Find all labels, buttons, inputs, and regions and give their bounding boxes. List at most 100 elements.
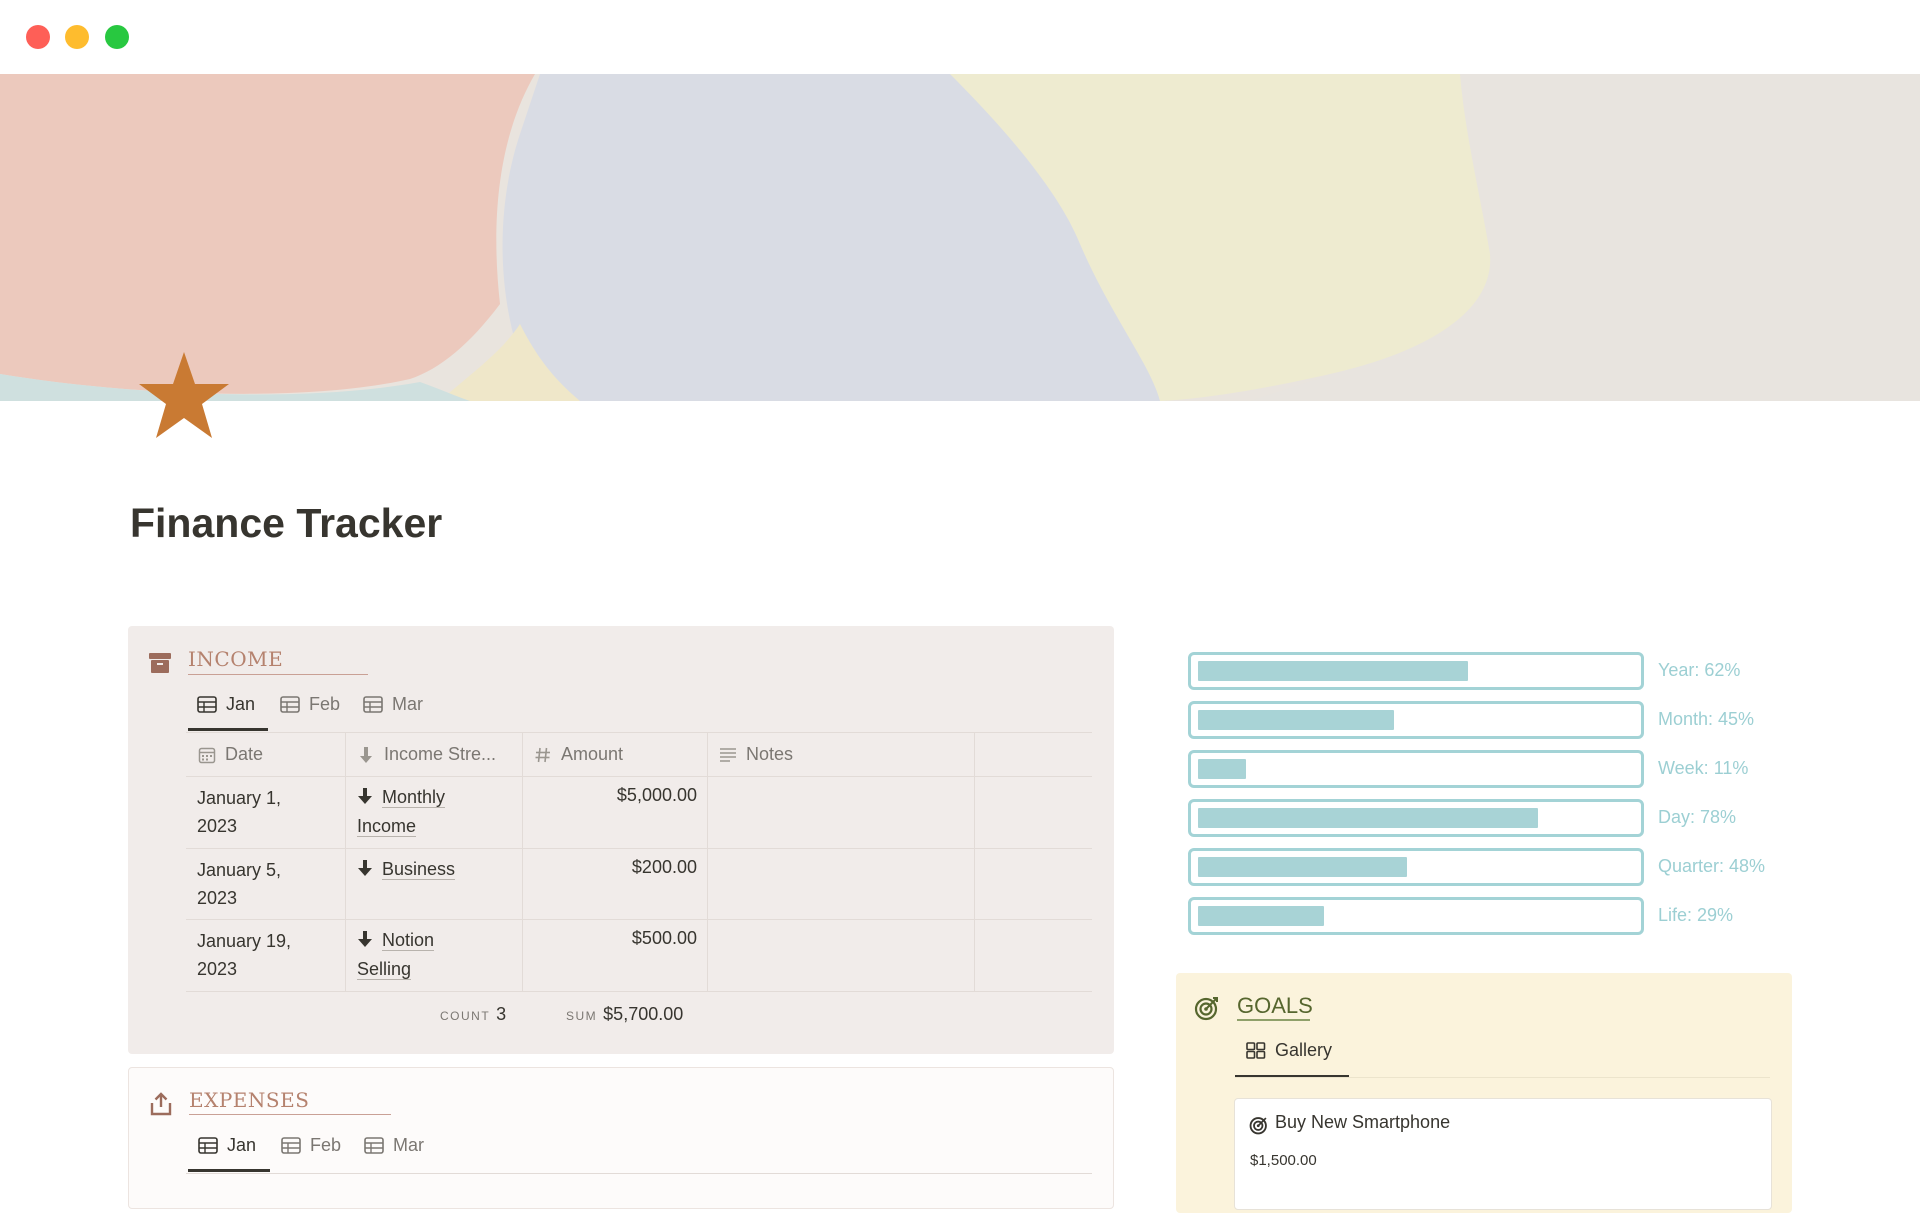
arrow-down-icon [358,860,372,876]
tab-divider [1235,1077,1770,1078]
table-icon [197,696,217,713]
relation-label: Notion [382,930,435,951]
progress-label-month: Month: 45% [1658,709,1755,729]
table-icon [281,1137,301,1154]
table-divider [186,1173,1092,1174]
table-row-date[interactable]: January 19, 2023 [197,927,291,983]
tab-mar[interactable]: Mar [364,1135,424,1156]
date-line: January 19, [197,931,292,951]
income-panel [128,626,1114,1054]
column-header-date[interactable]: Date [198,744,263,765]
table-divider [186,848,1092,849]
progress-label-life: Life: 29% [1658,905,1734,925]
tab-feb[interactable]: Feb [281,1135,341,1156]
sum-value: $5,700.00 [603,1004,684,1024]
progress-fill [1198,661,1468,681]
table-row-date[interactable]: January 5, 2023 [197,856,281,912]
sum-aggregate[interactable]: SUM $5,700.00 [566,1004,683,1025]
column-label: Amount [561,744,624,764]
table-divider [186,776,1092,777]
maximize-window-button[interactable] [105,25,129,49]
date-line: 2023 [197,816,238,836]
goal-card-price: $1,500.00 [1250,1152,1317,1169]
progress-bar-year [1188,652,1644,690]
date-line: 2023 [197,959,238,979]
progress-fill [1198,906,1324,926]
tab-mar[interactable]: Mar [363,694,423,715]
target-icon [1194,995,1220,1021]
column-header-amount[interactable]: Amount [534,744,623,765]
relation-label: Income [357,816,417,837]
window-titlebar [0,0,1920,74]
income-stream-link[interactable]: Monthly Income [357,783,517,841]
goals-title[interactable]: GOALS [1237,993,1313,1019]
column-divider [345,733,346,991]
calendar-icon [198,747,216,763]
column-header-income-stream[interactable]: Income Stre... [357,744,496,765]
arrow-down-icon [358,788,372,804]
progress-label-quarter: Quarter: 48% [1658,856,1766,876]
relation-label: Selling [357,959,412,980]
table-divider [186,991,1092,992]
archive-box-icon [147,650,173,676]
income-stream-link[interactable]: Notion Selling [357,926,517,984]
target-icon [1249,1115,1269,1135]
amount-value[interactable]: $200.00 [540,857,697,878]
amount-value[interactable]: $5,000.00 [540,785,697,806]
page-title[interactable]: Finance Tracker [130,500,442,547]
minimize-window-button[interactable] [65,25,89,49]
progress-fill [1198,710,1394,730]
table-divider [186,732,1092,733]
progress-bar-life [1188,897,1644,935]
sum-label: SUM [566,1009,598,1023]
column-label: Notes [746,744,794,764]
progress-fill [1198,808,1538,828]
column-divider [974,733,975,991]
tab-label: Feb [310,1135,342,1155]
amount-value[interactable]: $500.00 [540,928,697,949]
table-row-date[interactable]: January 1, 2023 [197,784,281,840]
tab-label: Jan [227,1135,257,1155]
tab-gallery[interactable]: Gallery [1246,1040,1332,1061]
share-upload-icon [148,1091,174,1117]
count-aggregate[interactable]: COUNT 3 [440,1004,506,1025]
date-line: 2023 [197,888,238,908]
tab-label: Jan [226,694,256,714]
close-window-button[interactable] [26,25,50,49]
text-lines-icon [720,747,736,762]
progress-label-year: Year: 62% [1658,660,1741,680]
relation-label: Business [382,859,456,880]
tab-jan[interactable]: Jan [197,694,255,715]
column-divider [707,733,708,991]
tab-feb[interactable]: Feb [280,694,340,715]
goal-card-title[interactable]: Buy New Smartphone [1275,1112,1450,1133]
progress-fill [1198,759,1246,779]
progress-bar-day [1188,799,1644,837]
arrow-down-icon [358,931,372,947]
arrow-down-icon [360,746,372,763]
tab-label: Mar [393,1135,424,1155]
count-value: 3 [496,1004,507,1024]
count-label: COUNT [440,1009,491,1023]
active-tab-indicator [188,1169,270,1172]
progress-bar-week [1188,750,1644,788]
tab-jan[interactable]: Jan [198,1135,256,1156]
income-title[interactable]: INCOME [188,647,283,671]
tab-label: Mar [392,694,423,714]
income-title-underline [188,674,368,675]
column-label: Date [225,744,264,764]
column-label: Income Stre... [384,744,497,764]
table-icon [198,1137,218,1154]
expenses-title[interactable]: EXPENSES [189,1088,309,1112]
cover-image [0,74,1920,401]
active-tab-indicator [188,728,268,731]
date-line: January 5, [197,860,282,880]
expenses-title-underline [189,1114,391,1115]
star-icon[interactable] [136,348,232,444]
gallery-grid-icon [1246,1042,1266,1059]
relation-label: Monthly [382,787,446,808]
table-icon [363,696,383,713]
income-stream-link[interactable]: Business [357,855,517,884]
hash-icon [535,747,550,762]
column-header-notes[interactable]: Notes [719,744,793,765]
